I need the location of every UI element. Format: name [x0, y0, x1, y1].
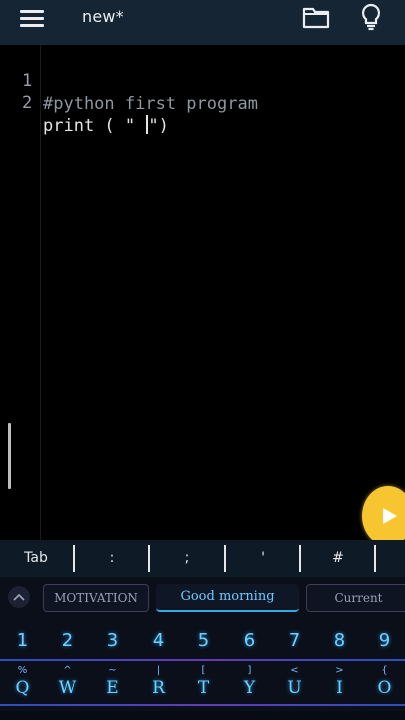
code-line-1: 1 #python first program	[0, 47, 405, 114]
divider	[148, 545, 150, 572]
key-2[interactable]: 2	[47, 625, 88, 657]
run-button[interactable]	[362, 486, 405, 546]
code-text-before-cursor: print ( "	[43, 116, 146, 136]
key-t[interactable]: T	[183, 677, 224, 699]
hash-key[interactable]: #	[306, 540, 370, 577]
suggestion-bar: MOTIVATION Good morning Current	[0, 577, 405, 619]
quote-key[interactable]: '	[231, 540, 295, 577]
line-number: 2	[22, 93, 33, 113]
key-5[interactable]: 5	[183, 625, 224, 657]
suggestion-chip[interactable]: MOTIVATION	[43, 584, 149, 612]
play-icon	[383, 508, 397, 524]
suggestion-chip[interactable]: Current	[306, 584, 405, 612]
alt-char-i: >	[335, 665, 344, 676]
divider	[224, 545, 226, 572]
key-row-glow	[0, 659, 405, 661]
key-1[interactable]: 1	[2, 625, 43, 657]
suggestion-chip-selected[interactable]: Good morning	[156, 584, 299, 612]
key-y[interactable]: Y	[229, 677, 270, 699]
key-e[interactable]: E	[92, 677, 133, 699]
alt-char-w: ^	[63, 665, 72, 676]
folder-icon[interactable]	[302, 3, 330, 31]
key-6[interactable]: 6	[229, 625, 270, 657]
key-w[interactable]: W	[47, 677, 88, 699]
key-9[interactable]: 9	[364, 625, 405, 657]
alt-char-r: |	[156, 665, 161, 676]
alt-char-e: ~	[108, 665, 117, 676]
code-line-2: 2 print ( " ")	[0, 69, 405, 136]
key-7[interactable]: 7	[274, 625, 315, 657]
extra-keys-bar: Tab : ; ' #	[0, 540, 405, 577]
key-i[interactable]: I	[319, 677, 360, 699]
alt-char-t: [	[201, 665, 206, 676]
code-statement: print ( " ")	[43, 115, 169, 138]
tab-key[interactable]: Tab	[10, 540, 62, 577]
divider	[73, 545, 75, 572]
key-u[interactable]: U	[274, 677, 315, 699]
key-q[interactable]: Q	[2, 677, 43, 699]
menu-icon[interactable]	[18, 5, 46, 33]
divider	[374, 545, 376, 572]
alt-char-o: {	[381, 665, 388, 676]
lightbulb-icon[interactable]	[357, 2, 385, 32]
chevron-up-icon[interactable]	[8, 586, 30, 608]
alt-char-y: ]	[247, 665, 252, 676]
divider	[299, 545, 301, 572]
code-comment: #python first program	[43, 94, 258, 114]
colon-key[interactable]: :	[80, 540, 144, 577]
soft-keyboard: MOTIVATION Good morning Current 1 2 3 4 …	[0, 577, 405, 720]
key-4[interactable]: 4	[138, 625, 179, 657]
file-title: new*	[82, 7, 124, 26]
scrollbar-thumb[interactable]	[8, 423, 11, 489]
app-toolbar: new*	[0, 0, 405, 45]
alt-char-u: <	[290, 665, 299, 676]
alt-char-q: %	[17, 665, 28, 676]
key-row-glow	[0, 704, 405, 706]
semicolon-key[interactable]: ;	[155, 540, 219, 577]
code-text-after-cursor: ")	[148, 116, 169, 136]
key-8[interactable]: 8	[319, 625, 360, 657]
keyboard-bottom-edge	[0, 711, 405, 720]
key-o[interactable]: O	[364, 677, 405, 699]
code-editor[interactable]: 1 #python first program 2 print ( " ")	[0, 45, 405, 546]
key-3[interactable]: 3	[92, 625, 133, 657]
key-r[interactable]: R	[138, 677, 179, 699]
